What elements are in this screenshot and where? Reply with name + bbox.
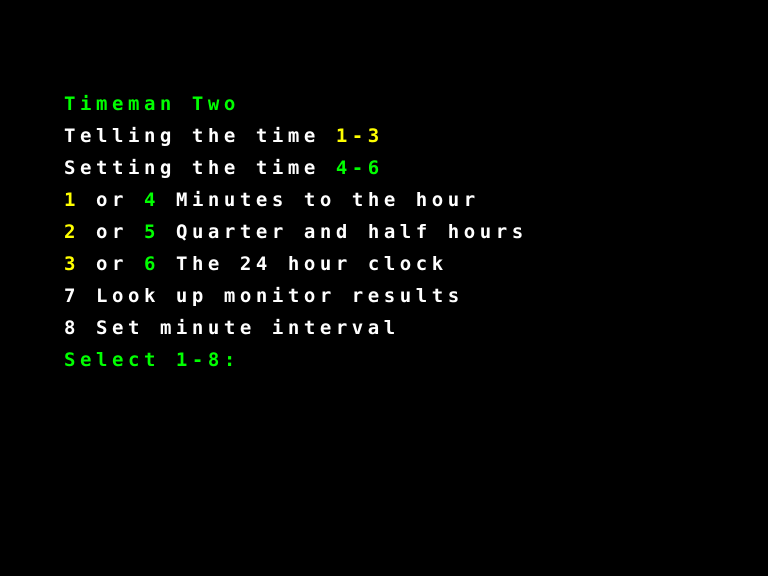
option-key-telling: 2 bbox=[64, 221, 80, 243]
menu-option-quarter-half[interactable]: 2 or 5 Quarter and half hours bbox=[64, 216, 528, 248]
menu-option-minutes[interactable]: 1 or 4 Minutes to the hour bbox=[64, 184, 480, 216]
option-label: Set minute interval bbox=[80, 317, 400, 339]
option-key: 8 bbox=[64, 317, 80, 339]
option-key: 7 bbox=[64, 285, 80, 307]
option-or: or bbox=[80, 253, 144, 275]
option-label: The 24 hour clock bbox=[159, 253, 448, 275]
telling-time-heading: Telling the time 1-3 bbox=[64, 120, 384, 152]
option-label: Quarter and half hours bbox=[159, 221, 528, 243]
option-key-telling: 1 bbox=[64, 189, 80, 211]
option-key-telling: 3 bbox=[64, 253, 80, 275]
setting-time-heading: Setting the time 4-6 bbox=[64, 152, 384, 184]
telling-time-range: 1-3 bbox=[335, 125, 384, 147]
option-or: or bbox=[80, 189, 144, 211]
option-key-setting: 4 bbox=[143, 189, 160, 211]
option-label: Minutes to the hour bbox=[159, 189, 480, 211]
select-prompt[interactable]: Select 1-8: bbox=[64, 344, 240, 376]
option-label: Look up monitor results bbox=[80, 285, 464, 307]
program-title: Timeman Two bbox=[64, 93, 240, 115]
menu-option-monitor[interactable]: 7 Look up monitor results bbox=[64, 280, 464, 312]
menu-option-24-hour[interactable]: 3 or 6 The 24 hour clock bbox=[64, 248, 448, 280]
telling-time-label: Telling the time bbox=[64, 125, 336, 147]
option-key-setting: 5 bbox=[143, 221, 160, 243]
menu-option-interval[interactable]: 8 Set minute interval bbox=[64, 312, 400, 344]
setting-time-range: 4-6 bbox=[335, 157, 384, 179]
terminal-screen: Timeman Two Telling the time 1-3 Setting… bbox=[0, 0, 768, 576]
option-or: or bbox=[80, 221, 144, 243]
option-key-setting: 6 bbox=[143, 253, 160, 275]
setting-time-label: Setting the time bbox=[64, 157, 336, 179]
